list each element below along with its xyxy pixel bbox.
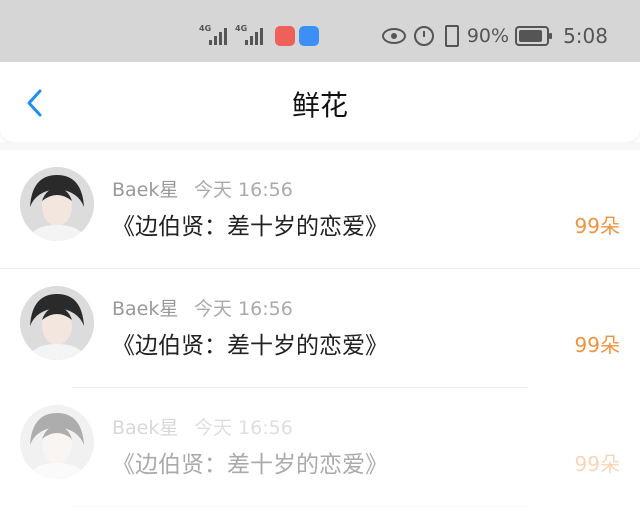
flower-count: 99朵 (574, 333, 620, 357)
status-right: 90% 5:08 (381, 22, 608, 50)
timestamp: 今天 16:56 (194, 417, 293, 439)
sender-name: Baek星 (112, 417, 179, 439)
signal-icon-2: 4G (235, 25, 265, 47)
signal-icon: 4G (199, 25, 229, 47)
nav-bar: 鲜花 (0, 62, 640, 142)
avatar[interactable] (20, 405, 94, 479)
avatar[interactable] (20, 167, 94, 241)
message-text: 《边伯贤：差十岁的恋爱》 (112, 214, 388, 240)
status-bar: 4G 4G 90% 5:08 (0, 0, 640, 62)
list-item[interactable]: Baek星 今天 16:56 《边伯贤：差十岁的恋爱》 99朵 (0, 388, 640, 507)
divider (0, 142, 640, 150)
timestamp: 今天 16:56 (194, 179, 293, 201)
sender-name: Baek星 (112, 298, 179, 320)
page-title: 鲜花 (291, 89, 348, 122)
cloud-app-icon (299, 26, 319, 46)
app-notification-icon (275, 26, 295, 46)
battery-icon (515, 26, 553, 46)
alarm-icon (413, 26, 434, 46)
vibrate-icon (444, 25, 459, 47)
battery-percent: 90% (466, 25, 510, 47)
flower-count: 99朵 (574, 452, 620, 476)
list-item[interactable]: Baek星 今天 16:56 《边伯贤：差十岁的恋爱》 99朵 (0, 269, 640, 388)
eye-icon (381, 28, 406, 44)
list-item[interactable]: Baek星 今天 16:56 《边伯贤：差十岁的恋爱》 99朵 (0, 150, 640, 269)
sender-name: Baek星 (112, 179, 179, 201)
avatar[interactable] (20, 286, 94, 360)
message-text: 《边伯贤：差十岁的恋爱》 (112, 452, 388, 478)
status-time: 5:08 (563, 24, 608, 48)
flower-count: 99朵 (574, 214, 620, 238)
message-text: 《边伯贤：差十岁的恋爱》 (112, 333, 388, 359)
timestamp: 今天 16:56 (194, 298, 293, 320)
status-left: 4G 4G (199, 22, 319, 50)
row-divider (72, 506, 528, 507)
